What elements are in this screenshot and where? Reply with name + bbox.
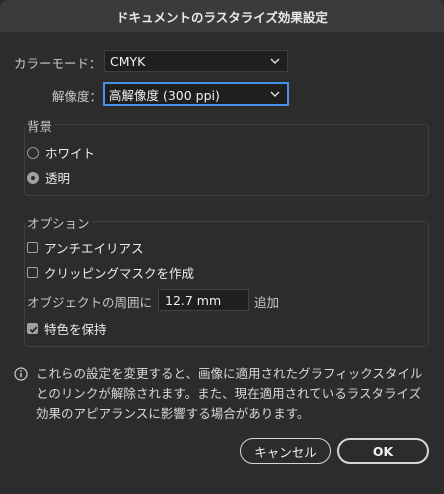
preserve-spot-checkbox[interactable]: 特色を保持 xyxy=(27,319,107,338)
background-white-label: ホワイト xyxy=(45,146,96,161)
color-mode-label: カラーモード： xyxy=(14,56,102,71)
color-mode-value: CMYK xyxy=(110,53,146,69)
cancel-button[interactable]: キャンセル xyxy=(240,438,331,464)
background-transparent-label: 透明 xyxy=(45,171,71,186)
chevron-down-icon xyxy=(270,91,280,97)
surround-input[interactable]: 12.7 mm xyxy=(158,289,249,311)
resolution-select[interactable]: 高解像度 (300 ppi) xyxy=(103,82,289,106)
info-icon xyxy=(14,367,28,381)
background-white-radio[interactable]: ホワイト xyxy=(27,143,95,162)
background-legend: 背景 xyxy=(25,116,55,135)
dialog-title-bar: ドキュメントのラスタライズ効果設定 xyxy=(0,0,444,33)
antialias-checkbox[interactable]: アンチエイリアス xyxy=(27,238,144,257)
raster-effects-dialog: カラーモード： CMYK 解像度： 高解像度 (300 ppi) 背景 ホワイト… xyxy=(0,32,444,494)
resolution-value: 高解像度 (300 ppi) xyxy=(109,87,220,103)
surround-value: 12.7 mm xyxy=(165,292,222,308)
checkbox-icon xyxy=(27,242,38,253)
surround-label: オブジェクトの周囲に xyxy=(27,295,153,310)
dialog-title: ドキュメントのラスタライズ効果設定 xyxy=(116,9,328,25)
options-legend: オプション xyxy=(25,213,92,232)
clipping-mask-label: クリッピングマスクを作成 xyxy=(44,266,195,281)
checkbox-icon xyxy=(27,267,38,278)
info-message: これらの設定を変更すると、画像に適用されたグラフィックスタイルとのリンクが解除さ… xyxy=(36,366,423,421)
checkbox-checked-icon xyxy=(27,323,38,334)
chevron-down-icon xyxy=(270,58,280,64)
surround-suffix: 追加 xyxy=(254,295,280,310)
background-transparent-radio[interactable]: 透明 xyxy=(27,168,70,187)
color-mode-select[interactable]: CMYK xyxy=(104,50,288,72)
resolution-label: 解像度： xyxy=(52,89,103,104)
ok-button[interactable]: OK xyxy=(337,438,429,464)
radio-icon xyxy=(27,146,39,159)
antialias-label: アンチエイリアス xyxy=(44,241,144,256)
radio-selected-icon xyxy=(27,171,39,184)
preserve-spot-label: 特色を保持 xyxy=(44,322,107,337)
clipping-mask-checkbox[interactable]: クリッピングマスクを作成 xyxy=(27,263,194,282)
